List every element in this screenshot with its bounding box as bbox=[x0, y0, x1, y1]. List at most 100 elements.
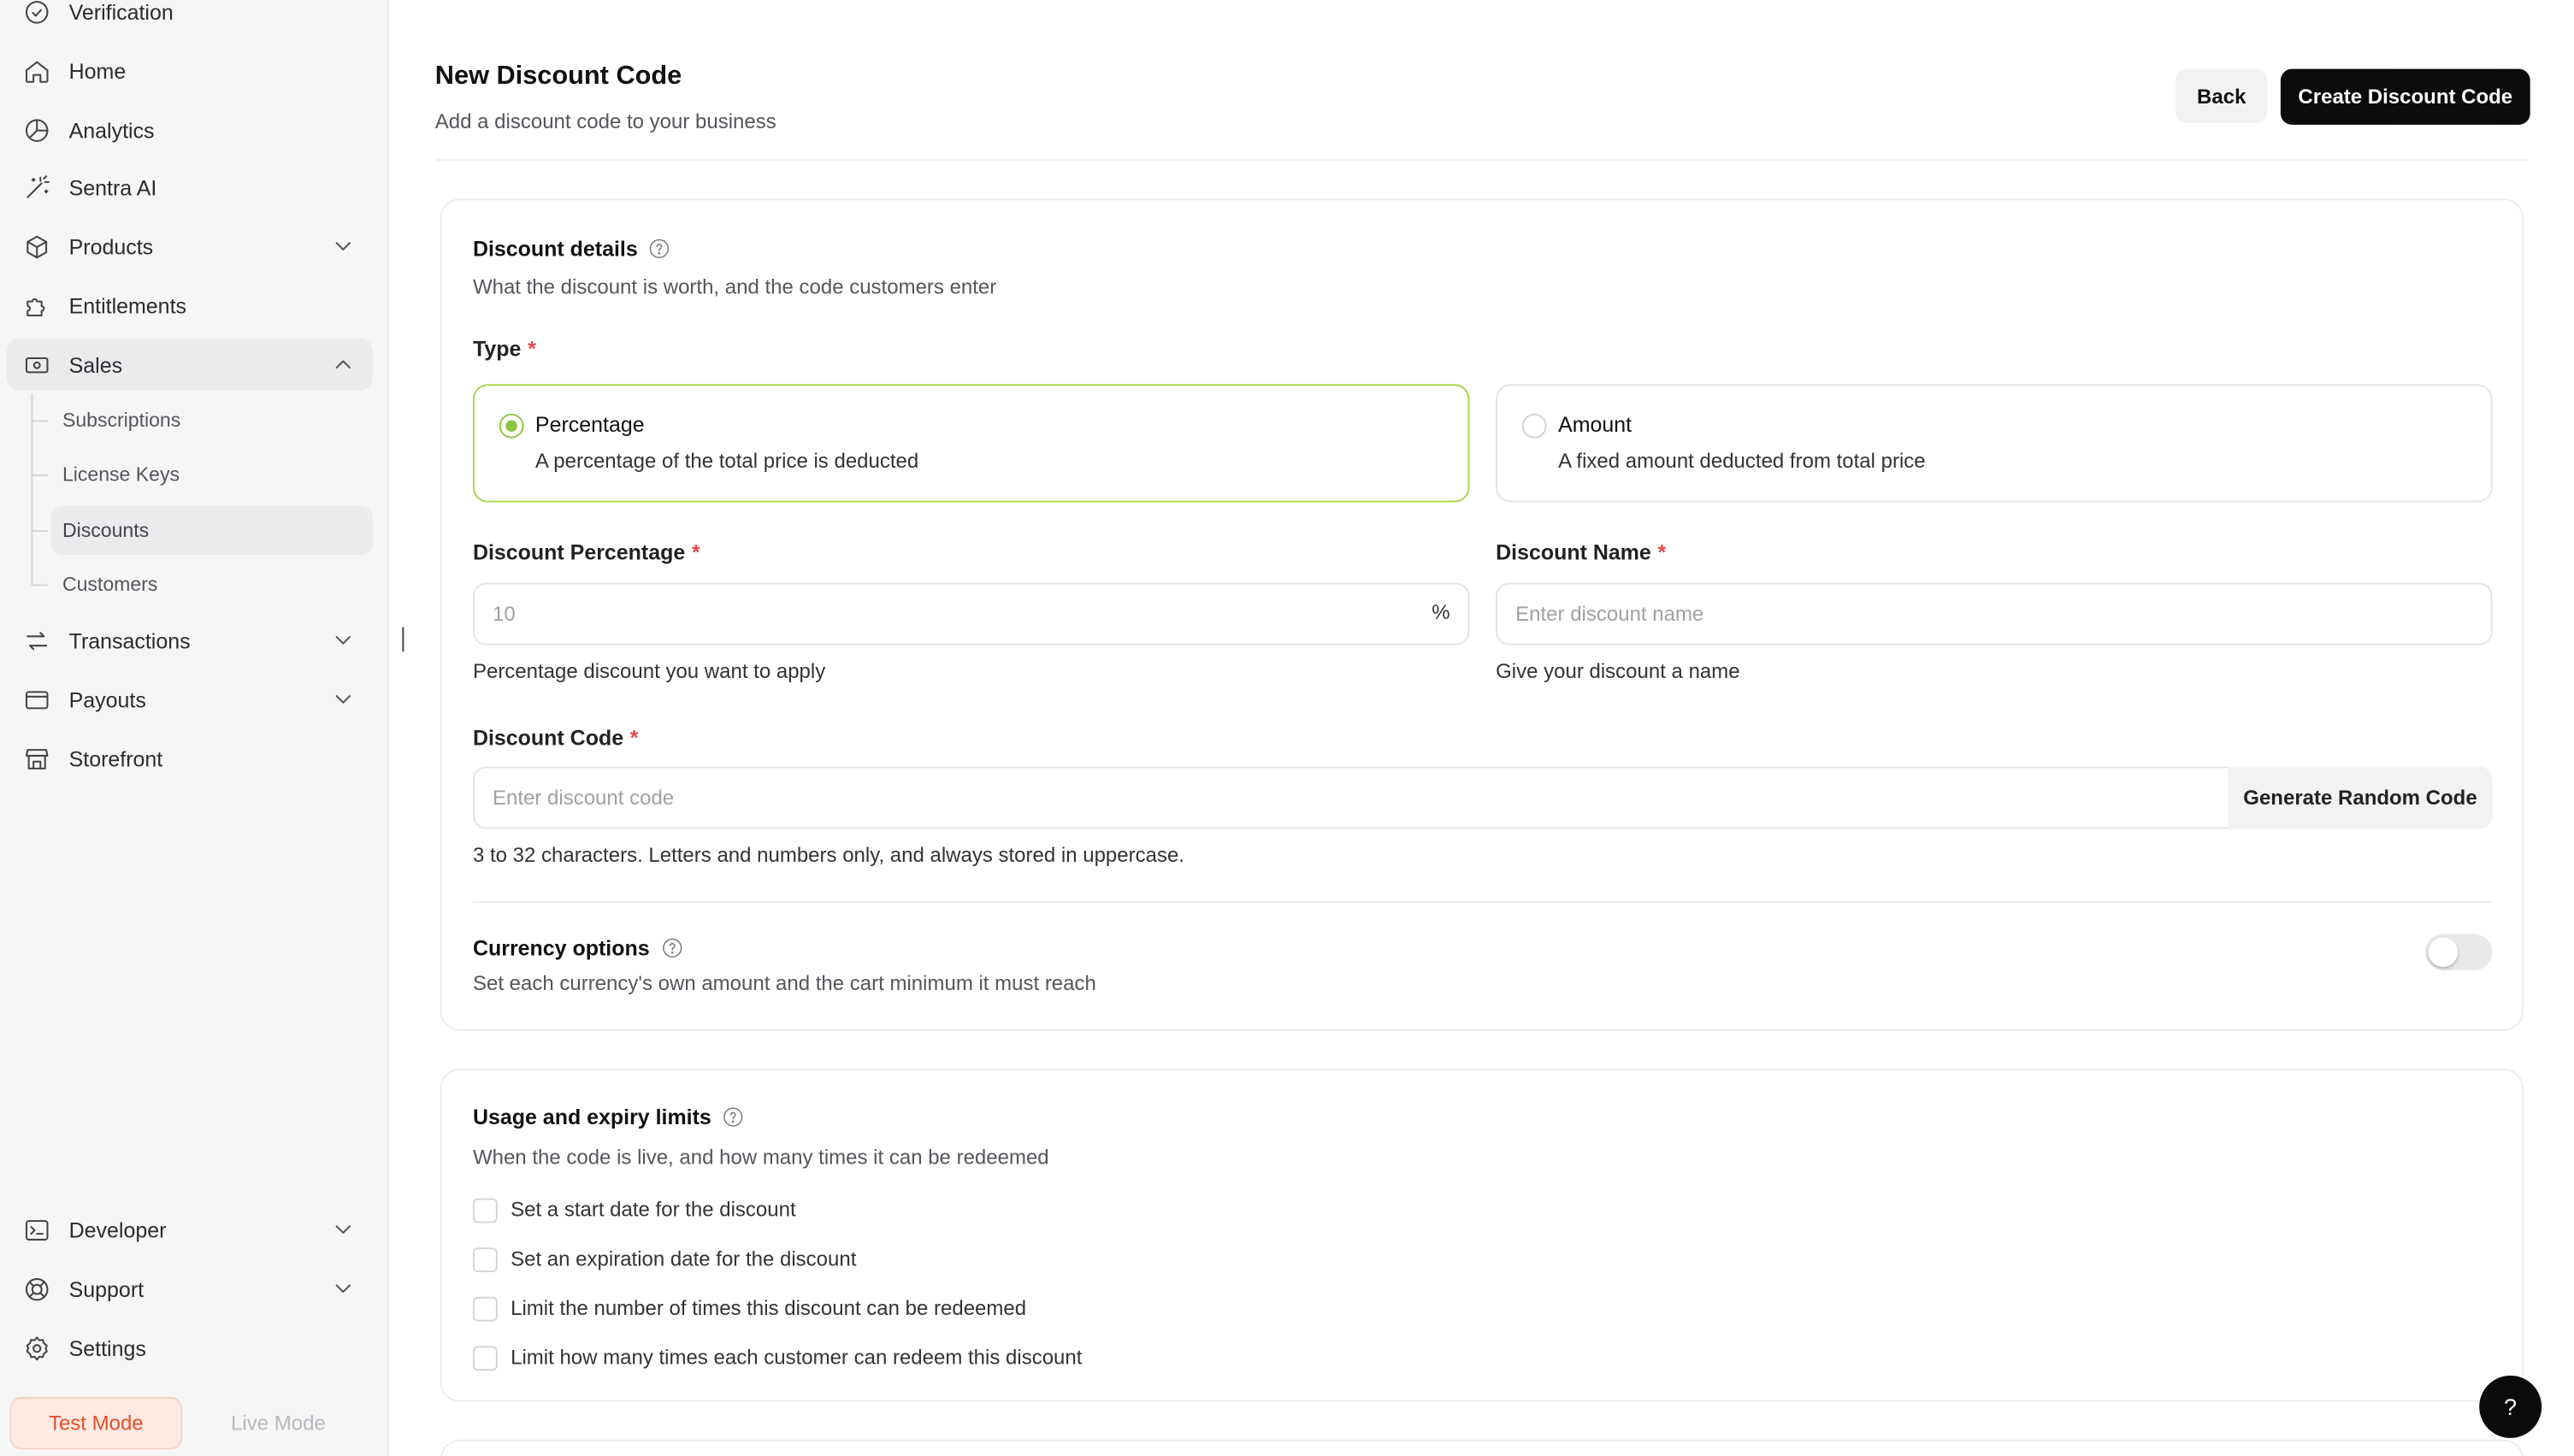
sidebar-item-label: Support bbox=[68, 1276, 145, 1301]
radio-selected[interactable] bbox=[499, 413, 524, 439]
test-mode-button[interactable]: Test Mode bbox=[9, 1396, 183, 1450]
store-icon bbox=[20, 742, 52, 775]
chevron-down-icon[interactable] bbox=[330, 687, 357, 713]
help-circle-icon[interactable] bbox=[661, 937, 682, 958]
checkbox[interactable] bbox=[472, 1197, 498, 1223]
sub-nav-tree-line bbox=[31, 393, 33, 585]
discount-code-label: Discount Code * bbox=[473, 726, 639, 751]
usage-expiry-desc: When the code is live, and how many time… bbox=[472, 1146, 1049, 1170]
sidebar-item-transactions[interactable]: Transactions bbox=[7, 614, 373, 666]
sidebar-resize-handle[interactable] bbox=[402, 627, 404, 652]
sidebar-item-label: Products bbox=[68, 233, 154, 259]
header-divider bbox=[434, 159, 2529, 162]
help-circle-icon[interactable] bbox=[649, 238, 670, 259]
sidebar-item-label: Entitlements bbox=[68, 292, 187, 318]
type-option-amount[interactable]: Amount A fixed amount deducted from tota… bbox=[1496, 384, 2493, 503]
type-label: Type * bbox=[473, 337, 536, 362]
discount-details-desc: What the discount is worth, and the code… bbox=[472, 275, 997, 299]
redemption-limit-option[interactable]: Limit the number of times this discount … bbox=[472, 1295, 1027, 1322]
label-text: Discount Name bbox=[1496, 539, 1651, 565]
currency-options-toggle[interactable] bbox=[2424, 934, 2493, 970]
chevron-down-icon[interactable] bbox=[330, 1217, 357, 1243]
section-title-text: Currency options bbox=[472, 935, 650, 961]
sidebar-item-analytics[interactable]: Analytics bbox=[7, 103, 373, 156]
sidebar-item-label: Storefront bbox=[68, 746, 163, 771]
section-title-text: Discount details bbox=[472, 236, 638, 262]
label-text: Type bbox=[472, 336, 522, 362]
checkbox[interactable] bbox=[472, 1295, 498, 1321]
label-text: Discount Percentage bbox=[472, 539, 686, 565]
checkbox-label: Limit how many times each customer can r… bbox=[511, 1346, 1083, 1370]
sidebar-item-storefront[interactable]: Storefront bbox=[7, 732, 373, 784]
terminal-icon bbox=[20, 1213, 52, 1246]
sub-nav-tick bbox=[31, 530, 48, 533]
chevron-up-icon[interactable] bbox=[330, 351, 357, 378]
percent-suffix: % bbox=[1432, 600, 1450, 624]
sidebar-item-label: Analytics bbox=[68, 117, 155, 143]
section-divider bbox=[472, 901, 2493, 903]
radio-unselected[interactable] bbox=[1521, 413, 1547, 439]
home-icon bbox=[20, 54, 52, 86]
discount-percentage-input[interactable] bbox=[472, 582, 1470, 645]
sidebar: Verification Home Analytics Sentra AI Pr… bbox=[0, 0, 390, 1456]
sidebar-subitem-discounts[interactable]: Discounts bbox=[50, 505, 373, 555]
discount-code-input[interactable] bbox=[472, 766, 2230, 829]
type-option-percentage[interactable]: Percentage A percentage of the total pri… bbox=[472, 384, 1470, 503]
checkbox[interactable] bbox=[472, 1345, 498, 1371]
section-title-text: Usage and expiry limits bbox=[472, 1105, 711, 1129]
back-button[interactable]: Back bbox=[2176, 68, 2268, 123]
banknote-icon bbox=[20, 348, 52, 380]
discount-percentage-helper: Percentage discount you want to apply bbox=[472, 659, 826, 683]
generate-random-code-button[interactable]: Generate Random Code bbox=[2228, 766, 2493, 829]
option-desc: A percentage of the total price is deduc… bbox=[534, 450, 919, 473]
chevron-down-icon[interactable] bbox=[330, 233, 357, 260]
sidebar-subitem-license-keys[interactable]: License Keys bbox=[51, 450, 373, 499]
magic-wand-icon bbox=[20, 171, 52, 203]
checkbox[interactable] bbox=[472, 1247, 498, 1272]
sub-nav-tick bbox=[31, 420, 48, 422]
label-text: Discount Code bbox=[472, 725, 624, 751]
toggle-knob bbox=[2428, 937, 2459, 967]
sidebar-item-settings[interactable]: Settings bbox=[7, 1322, 373, 1374]
next-section-card bbox=[440, 1439, 2524, 1456]
sidebar-item-verification[interactable]: Verification bbox=[7, 0, 373, 38]
chevron-down-icon[interactable] bbox=[330, 1276, 357, 1302]
sidebar-item-products[interactable]: Products bbox=[7, 220, 373, 272]
chevron-down-icon[interactable] bbox=[330, 627, 357, 653]
arrows-left-right-icon bbox=[20, 624, 52, 657]
discount-name-input[interactable] bbox=[1496, 582, 2493, 645]
box-icon bbox=[20, 230, 52, 262]
mode-switch: Test Mode Live Mode bbox=[9, 1396, 380, 1450]
discount-details-title: Discount details bbox=[473, 236, 670, 261]
sidebar-subitem-subscriptions[interactable]: Subscriptions bbox=[51, 396, 373, 445]
discount-percentage-label: Discount Percentage * bbox=[473, 540, 700, 565]
help-button[interactable]: ? bbox=[2479, 1375, 2542, 1438]
currency-options-desc: Set each currency's own amount and the c… bbox=[472, 971, 1096, 995]
sidebar-item-sales[interactable]: Sales bbox=[6, 338, 373, 391]
help-circle-icon[interactable] bbox=[723, 1106, 744, 1128]
sidebar-item-sentra-ai[interactable]: Sentra AI bbox=[7, 161, 373, 213]
discount-name-helper: Give your discount a name bbox=[1496, 659, 1740, 683]
analytics-icon bbox=[20, 113, 52, 145]
checkbox-label: Limit the number of times this discount … bbox=[511, 1296, 1027, 1320]
sidebar-item-label: Settings bbox=[68, 1335, 146, 1360]
sidebar-item-home[interactable]: Home bbox=[7, 44, 373, 97]
sub-nav-tick bbox=[31, 474, 48, 476]
sidebar-item-support[interactable]: Support bbox=[7, 1262, 373, 1314]
sidebar-item-developer[interactable]: Developer bbox=[7, 1203, 373, 1255]
required-mark: * bbox=[1657, 539, 1667, 565]
sidebar-item-payouts[interactable]: Payouts bbox=[7, 673, 373, 725]
required-mark: * bbox=[691, 539, 700, 565]
expiration-date-option[interactable]: Set an expiration date for the discount bbox=[472, 1246, 857, 1272]
discount-code-helper: 3 to 32 characters. Letters and numbers … bbox=[472, 843, 1184, 867]
live-mode-button[interactable]: Live Mode bbox=[192, 1397, 365, 1449]
sidebar-item-label: Payouts bbox=[68, 687, 146, 712]
create-discount-code-button[interactable]: Create Discount Code bbox=[2280, 68, 2530, 125]
start-date-option[interactable]: Set a start date for the discount bbox=[472, 1197, 796, 1223]
app-root: Verification Home Analytics Sentra AI Pr… bbox=[0, 0, 2574, 1456]
per-customer-limit-option[interactable]: Limit how many times each customer can r… bbox=[472, 1344, 1083, 1371]
sidebar-subitem-customers[interactable]: Customers bbox=[51, 560, 373, 610]
sidebar-item-entitlements[interactable]: Entitlements bbox=[7, 279, 373, 331]
checkbox-label: Set an expiration date for the discount bbox=[511, 1247, 857, 1271]
option-desc: A fixed amount deducted from total price bbox=[1558, 450, 1926, 473]
